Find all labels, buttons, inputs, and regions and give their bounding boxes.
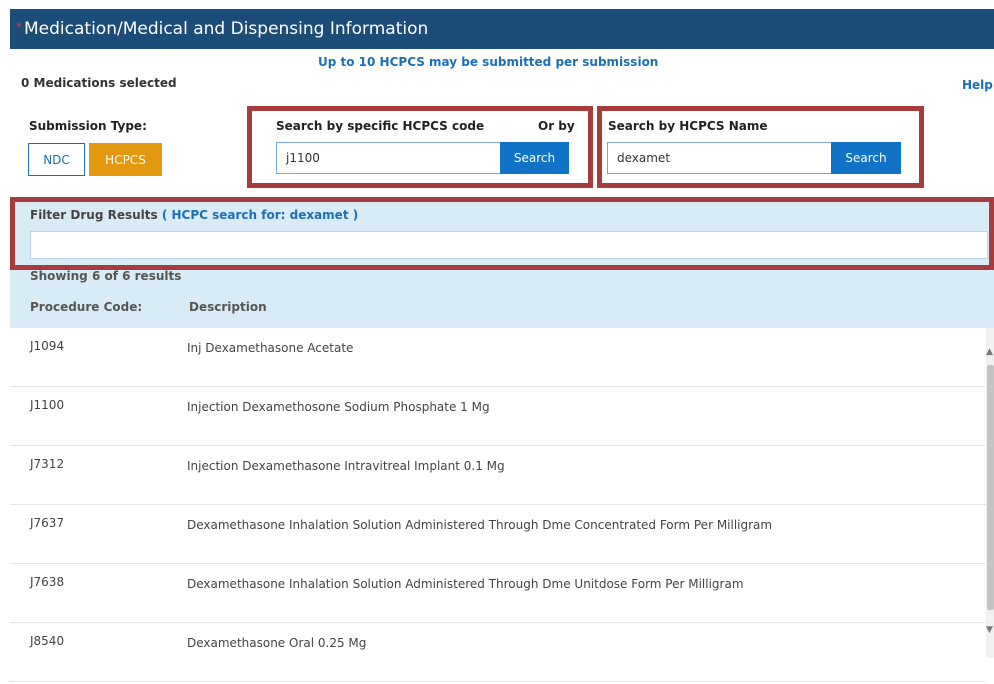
result-row[interactable]: J1100 Injection Dexamethosone Sodium Pho… bbox=[10, 387, 986, 446]
procedure-code: J1094 bbox=[30, 339, 65, 353]
code-search-label: Search by specific HCPCS code bbox=[276, 119, 485, 133]
ndc-toggle-button[interactable]: NDC bbox=[28, 143, 85, 176]
submission-type-label: Submission Type: bbox=[29, 119, 147, 133]
hcpcs-toggle-button[interactable]: HCPCS bbox=[89, 143, 162, 176]
code-search-button[interactable]: Search bbox=[500, 142, 569, 174]
procedure-description: Dexamethasone Inhalation Solution Admini… bbox=[187, 518, 773, 532]
results-list: J1094 Inj Dexamethasone Acetate J1100 In… bbox=[10, 328, 986, 682]
procedure-description: Dexamethasone Oral 0.25 Mg bbox=[187, 636, 367, 650]
procedure-code: J7638 bbox=[30, 575, 65, 589]
filter-drug-results-input[interactable] bbox=[30, 231, 988, 259]
procedure-code: J8540 bbox=[30, 634, 65, 648]
column-header-procedure-code: Procedure Code: bbox=[30, 300, 143, 314]
procedure-code: J1100 bbox=[30, 398, 65, 412]
required-marker: * bbox=[16, 20, 22, 34]
procedure-description: Dexamethasone Inhalation Solution Admini… bbox=[187, 577, 744, 591]
chevron-up-icon[interactable]: ▲ bbox=[986, 347, 993, 357]
result-row[interactable]: J7637 Dexamethasone Inhalation Solution … bbox=[10, 505, 986, 564]
result-row[interactable]: J7312 Injection Dexamethasone Intravitre… bbox=[10, 446, 986, 505]
results-count: Showing 6 of 6 results bbox=[30, 269, 182, 283]
filter-label: Filter Drug Results ( HCPC search for: d… bbox=[30, 208, 358, 222]
section-title: Medication/Medical and Dispensing Inform… bbox=[24, 19, 429, 39]
column-header-description: Description bbox=[189, 300, 267, 314]
result-row[interactable]: J7638 Dexamethasone Inhalation Solution … bbox=[10, 564, 986, 623]
filter-label-text: Filter Drug Results bbox=[30, 208, 158, 222]
help-link[interactable]: Help bbox=[962, 78, 993, 92]
name-search-label: Search by HCPCS Name bbox=[608, 119, 768, 133]
procedure-description: Inj Dexamethasone Acetate bbox=[187, 341, 354, 355]
scrollbar-thumb[interactable] bbox=[987, 365, 994, 610]
hcpcs-name-input[interactable]: dexamet bbox=[607, 142, 833, 174]
medications-selected-count: 0 Medications selected bbox=[21, 76, 177, 90]
procedure-code: J7312 bbox=[30, 457, 65, 471]
hcpcs-limit-note: Up to 10 HCPCS may be submitted per subm… bbox=[318, 55, 659, 69]
procedure-code: J7637 bbox=[30, 516, 65, 530]
filter-query-text: ( HCPC search for: dexamet ) bbox=[161, 208, 359, 222]
procedure-description: Injection Dexamethosone Sodium Phosphate… bbox=[187, 400, 490, 414]
section-header: * Medication/Medical and Dispensing Infor… bbox=[10, 9, 994, 49]
result-row[interactable]: J8540 Dexamethasone Oral 0.25 Mg bbox=[10, 623, 986, 682]
hcpcs-code-input[interactable]: j1100 bbox=[276, 142, 502, 174]
chevron-down-icon[interactable]: ▼ bbox=[986, 625, 993, 635]
or-by-label: Or by bbox=[538, 119, 575, 133]
procedure-description: Injection Dexamethasone Intravitreal Imp… bbox=[187, 459, 505, 473]
result-row[interactable]: J1094 Inj Dexamethasone Acetate bbox=[10, 328, 986, 387]
name-search-button[interactable]: Search bbox=[831, 142, 901, 174]
